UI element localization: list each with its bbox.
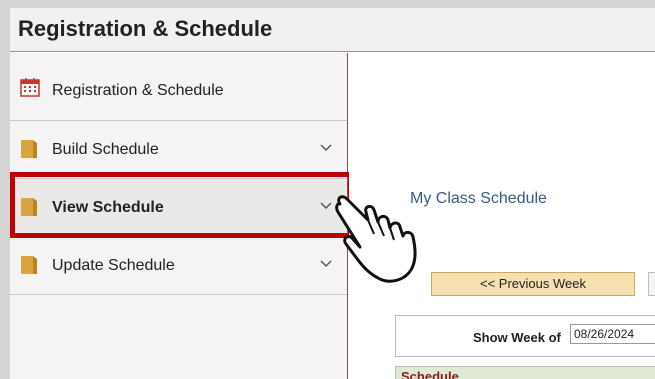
pointing-hand-icon: [335, 195, 417, 283]
week-selector: Show Week of 08/26/2024: [395, 315, 655, 357]
schedule-header-label: Schedule: [401, 369, 459, 379]
sidebar-item-label: Registration & Schedule: [52, 82, 224, 99]
previous-week-button[interactable]: << Previous Week: [431, 272, 635, 296]
page-header: Registration & Schedule: [10, 8, 655, 52]
document-icon: [21, 140, 37, 158]
calendar-icon: [20, 78, 40, 97]
week-date-input[interactable]: 08/26/2024: [570, 324, 655, 344]
show-week-label: Show Week of: [473, 330, 561, 345]
next-week-button[interactable]: [648, 272, 655, 296]
schedule-section-header: Schedule: [395, 366, 655, 379]
sidebar-item-label: Update Schedule: [52, 257, 175, 274]
chevron-down-icon[interactable]: [319, 143, 333, 153]
page-title: Registration & Schedule: [18, 16, 273, 41]
sidebar-item-build-schedule[interactable]: Build Schedule: [10, 121, 347, 179]
chevron-down-icon[interactable]: [319, 259, 333, 269]
sidebar-item-label: Build Schedule: [52, 141, 159, 158]
view-schedule-highlight: [10, 172, 353, 238]
document-icon: [21, 256, 37, 274]
app-frame: Registration & Schedule Registration & S…: [10, 8, 655, 379]
sidebar-item-update-schedule[interactable]: Update Schedule: [10, 237, 347, 295]
sidebar-item-registration-schedule[interactable]: Registration & Schedule: [10, 53, 347, 121]
